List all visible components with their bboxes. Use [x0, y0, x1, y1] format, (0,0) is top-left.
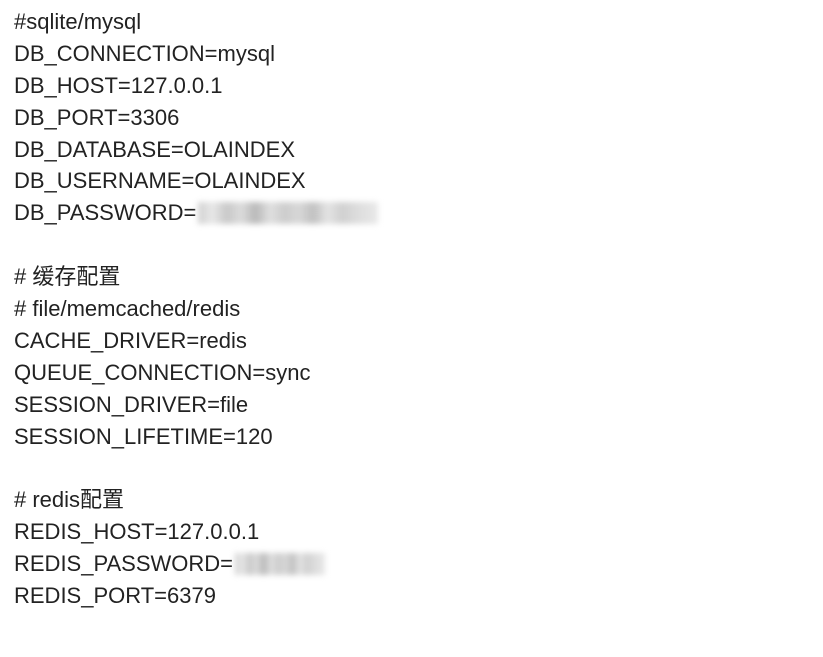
config-queue-connection: QUEUE_CONNECTION=sync [14, 357, 809, 389]
config-db-password: DB_PASSWORD= [14, 197, 809, 229]
config-comment-db-type: #sqlite/mysql [14, 6, 809, 38]
text: SESSION_DRIVER=file [14, 389, 248, 421]
text-prefix: DB_PASSWORD= [14, 197, 196, 229]
text: DB_PORT=3306 [14, 102, 179, 134]
text: DB_CONNECTION=mysql [14, 38, 275, 70]
blank-line [14, 452, 809, 484]
text: REDIS_PORT=6379 [14, 580, 216, 612]
config-session-lifetime: SESSION_LIFETIME=120 [14, 421, 809, 453]
config-db-port: DB_PORT=3306 [14, 102, 809, 134]
text: REDIS_HOST=127.0.0.1 [14, 516, 259, 548]
config-redis-port: REDIS_PORT=6379 [14, 580, 809, 612]
config-cache-driver: CACHE_DRIVER=redis [14, 325, 809, 357]
text: QUEUE_CONNECTION=sync [14, 357, 310, 389]
text: SESSION_LIFETIME=120 [14, 421, 273, 453]
redacted-password [198, 202, 378, 224]
text: CACHE_DRIVER=redis [14, 325, 247, 357]
text-prefix: REDIS_PASSWORD= [14, 548, 233, 580]
config-comment-redis: # redis配置 [14, 484, 809, 516]
config-db-username: DB_USERNAME=OLAINDEX [14, 165, 809, 197]
blank-line [14, 229, 809, 261]
redacted-password [235, 553, 325, 575]
text: DB_DATABASE=OLAINDEX [14, 134, 295, 166]
text: # redis配置 [14, 484, 124, 516]
config-db-host: DB_HOST=127.0.0.1 [14, 70, 809, 102]
config-comment-cache-options: # file/memcached/redis [14, 293, 809, 325]
config-redis-password: REDIS_PASSWORD= [14, 548, 809, 580]
config-redis-host: REDIS_HOST=127.0.0.1 [14, 516, 809, 548]
text: # file/memcached/redis [14, 293, 240, 325]
config-db-database: DB_DATABASE=OLAINDEX [14, 134, 809, 166]
config-comment-cache: # 缓存配置 [14, 261, 809, 293]
config-db-connection: DB_CONNECTION=mysql [14, 38, 809, 70]
config-session-driver: SESSION_DRIVER=file [14, 389, 809, 421]
text: DB_HOST=127.0.0.1 [14, 70, 223, 102]
text: # 缓存配置 [14, 261, 120, 293]
text: DB_USERNAME=OLAINDEX [14, 165, 306, 197]
text: #sqlite/mysql [14, 6, 141, 38]
